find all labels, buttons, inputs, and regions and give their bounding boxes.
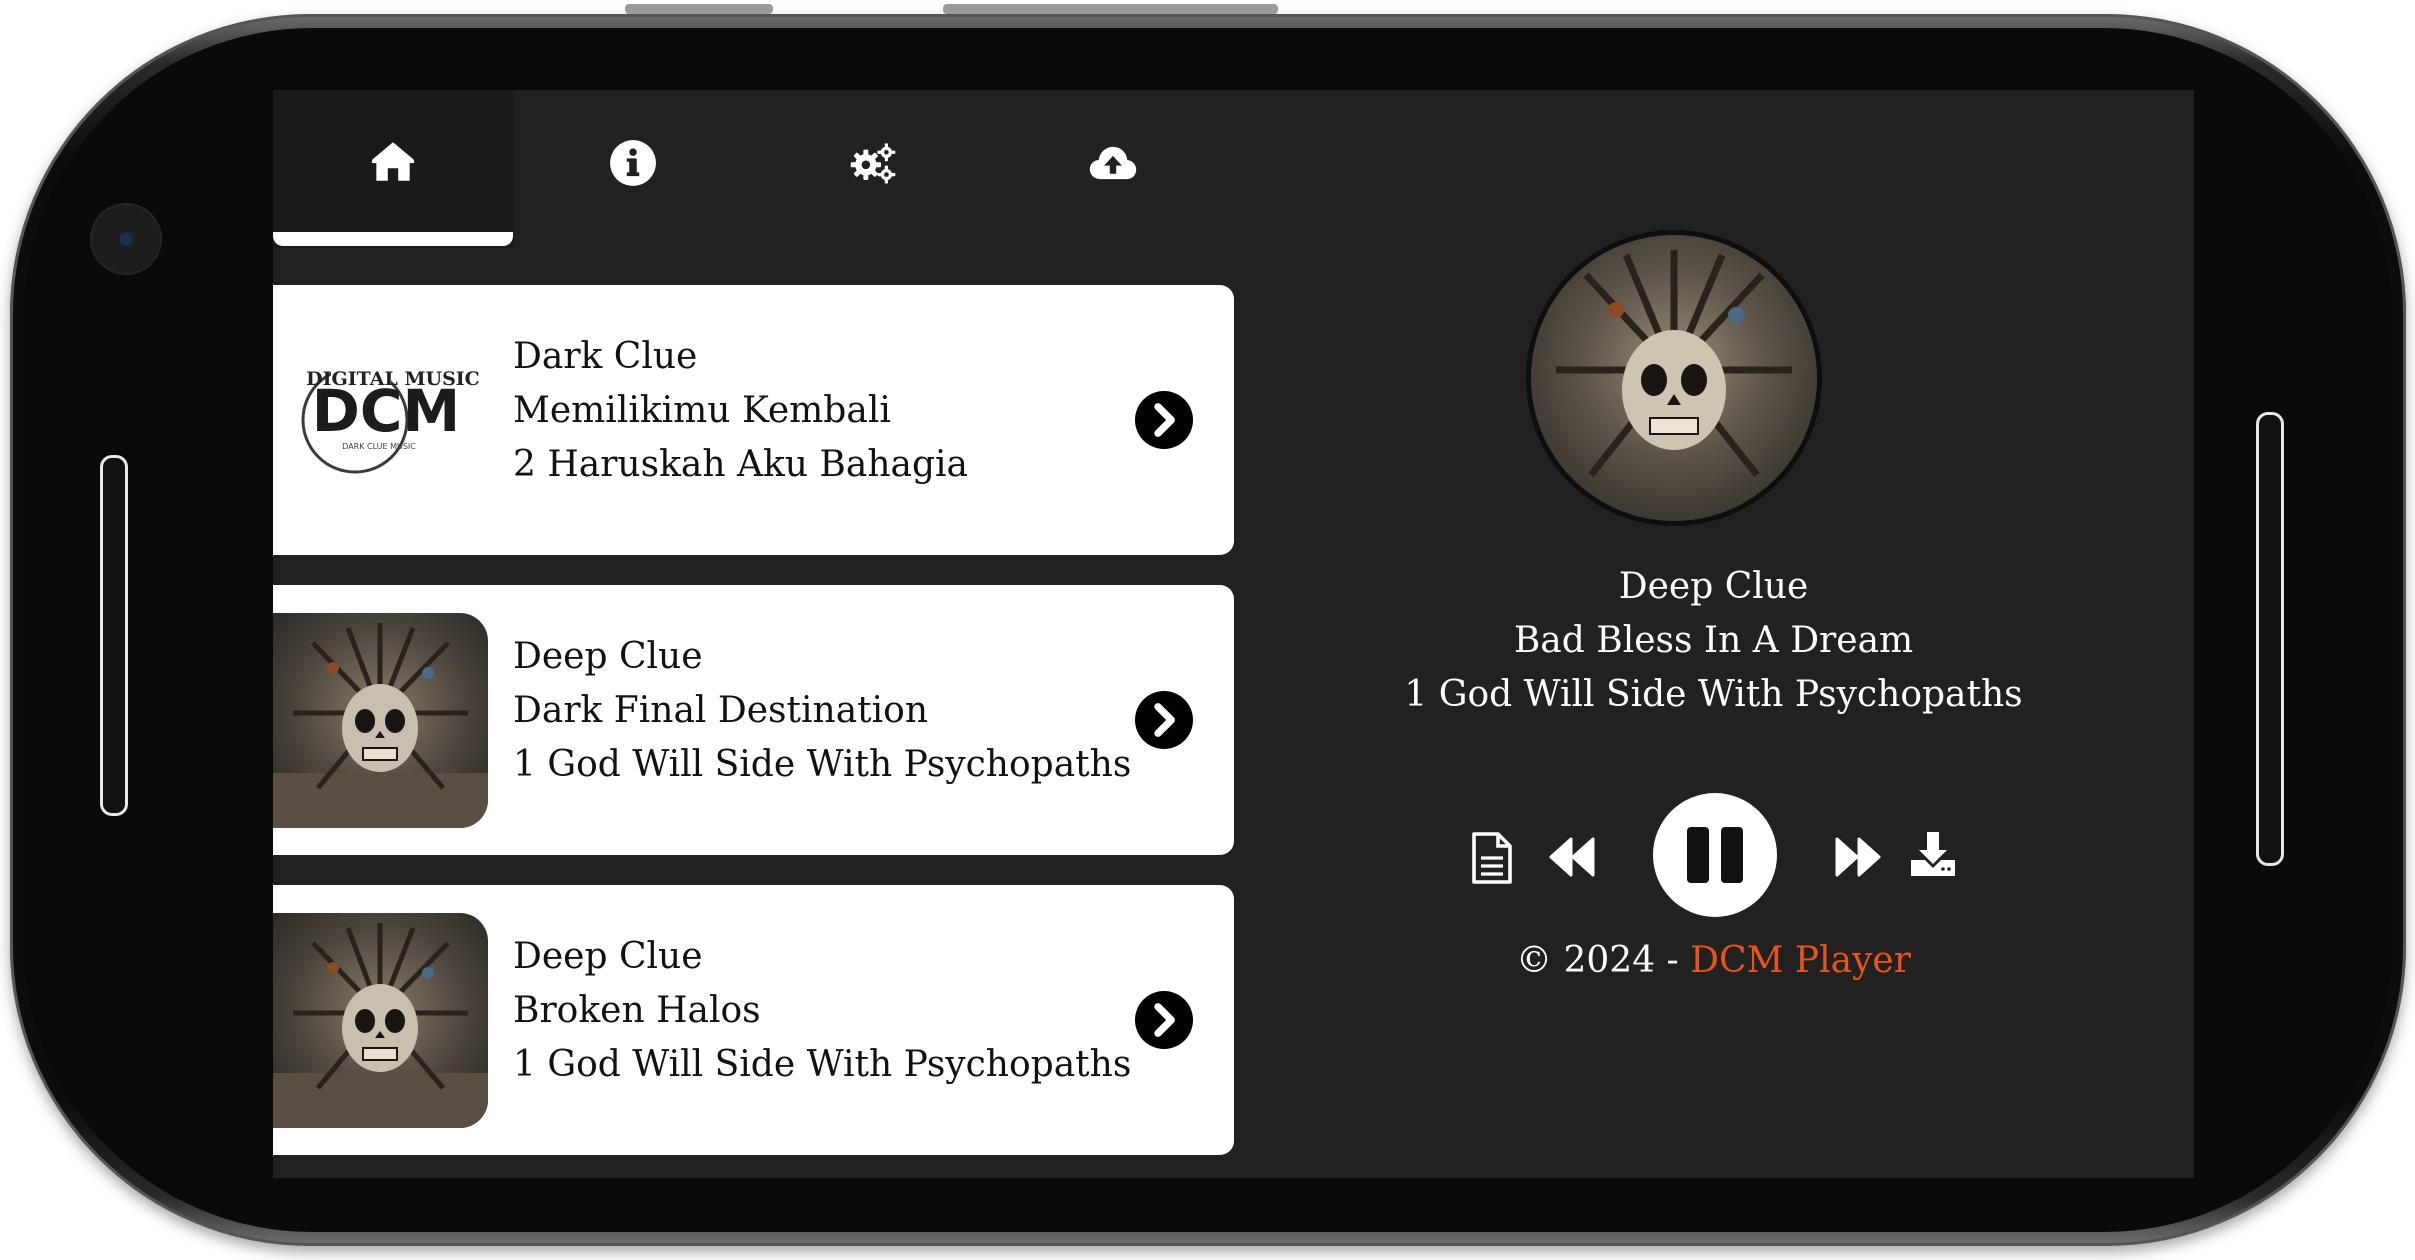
track-title: Broken Halos (513, 990, 761, 1031)
play-pause-button[interactable] (1653, 793, 1777, 917)
playlist-item[interactable]: Deep Clue Dark Final Destination 1 God W… (273, 585, 1234, 855)
info-icon (610, 140, 656, 186)
volume-button (943, 4, 1278, 14)
speaker-grille-left (100, 455, 128, 816)
track-artist: Deep Clue (513, 636, 703, 677)
album-thumbnail: DIGITAL MUSIC DCM DARK CLUE MUSIC (273, 313, 488, 528)
playlist-item[interactable]: DIGITAL MUSIC DCM DARK CLUE MUSIC Dark C… (273, 285, 1234, 555)
album-thumbnail (273, 613, 488, 828)
album-art-disc (1526, 230, 1822, 526)
home-icon (371, 142, 415, 181)
front-camera (92, 205, 160, 273)
now-playing-info: Deep Clue Bad Bless In A Dream 1 God Wil… (1233, 560, 2194, 722)
track-album: 2 Haruskah Aku Bahagia (513, 444, 969, 485)
app-screen: DIGITAL MUSIC DCM DARK CLUE MUSIC Dark C… (273, 90, 2194, 1178)
now-playing-artist: Deep Clue (1618, 566, 1809, 607)
now-playing-album: 1 God Will Side With Psychopaths (1404, 674, 2023, 715)
logo-main-text: DCM (312, 377, 460, 445)
track-info: Deep Clue Broken Halos 1 God Will Side W… (513, 930, 1131, 1092)
player-controls (1233, 790, 2194, 920)
copyright-text: © 2024 - (1516, 940, 1691, 981)
chevron-right-circle-icon[interactable] (1135, 391, 1193, 449)
cloud-upload-icon (1089, 146, 1137, 180)
footer: © 2024 - DCM Player (1233, 940, 2194, 981)
track-info: Deep Clue Dark Final Destination 1 God W… (513, 630, 1131, 792)
track-title: Memilikimu Kembali (513, 390, 891, 431)
pause-icon (1687, 827, 1743, 883)
speaker-grille-right (2256, 412, 2284, 866)
now-playing-title: Bad Bless In A Dream (1513, 620, 1914, 661)
download-icon[interactable] (1909, 830, 1957, 878)
power-button (625, 4, 773, 14)
tab-home[interactable] (273, 90, 513, 248)
tab-bar (273, 90, 1233, 248)
track-artist: Deep Clue (513, 936, 703, 977)
now-playing-panel: Deep Clue Bad Bless In A Dream 1 God Wil… (1233, 90, 2194, 1178)
rewind-icon[interactable] (1549, 835, 1597, 879)
track-info: Dark Clue Memilikimu Kembali 2 Haruskah … (513, 330, 968, 492)
chevron-right-circle-icon[interactable] (1135, 991, 1193, 1049)
tab-settings[interactable] (753, 90, 993, 248)
skull-artwork (273, 913, 488, 1128)
dcm-logo: DIGITAL MUSIC DCM DARK CLUE MUSIC (301, 363, 480, 474)
album-thumbnail (273, 913, 488, 1128)
playlist-item[interactable]: Deep Clue Broken Halos 1 God Will Side W… (273, 885, 1234, 1155)
fast-forward-icon[interactable] (1833, 835, 1881, 879)
track-album: 1 God Will Side With Psychopaths (513, 744, 1132, 785)
gears-icon (850, 143, 896, 184)
track-artist: Dark Clue (513, 336, 698, 377)
logo-sub-text: DARK CLUE MUSIC (342, 442, 416, 451)
lyrics-document-icon[interactable] (1470, 832, 1514, 884)
skull-artwork (273, 613, 488, 828)
chevron-right-circle-icon[interactable] (1135, 691, 1193, 749)
skull-artwork (1531, 235, 1817, 521)
tab-info[interactable] (513, 90, 753, 248)
track-album: 1 God Will Side With Psychopaths (513, 1044, 1132, 1085)
track-title: Dark Final Destination (513, 690, 929, 731)
brand-link[interactable]: DCM Player (1690, 940, 1911, 981)
active-tab-indicator (273, 232, 513, 246)
tab-upload[interactable] (993, 90, 1233, 248)
